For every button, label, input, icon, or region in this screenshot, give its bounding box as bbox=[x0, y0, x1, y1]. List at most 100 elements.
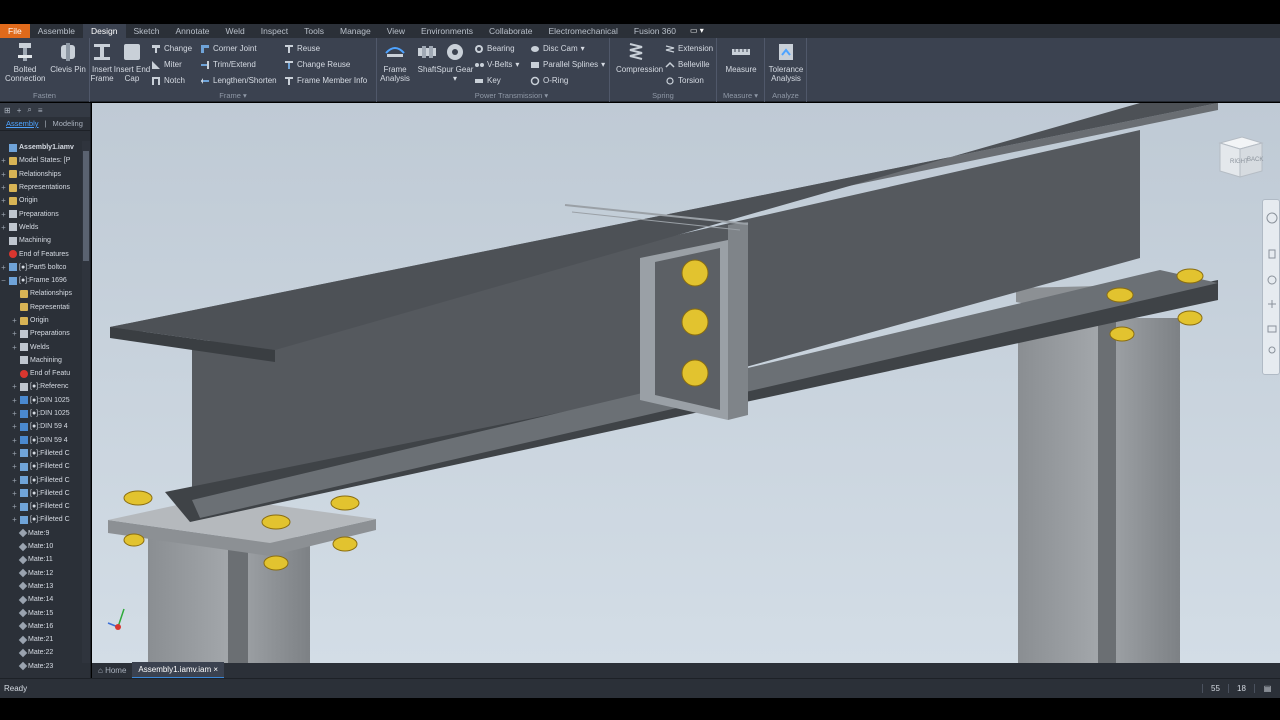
expand-toggle-icon[interactable]: + bbox=[11, 462, 18, 471]
tab-tools[interactable]: Tools bbox=[296, 24, 332, 38]
browser-node[interactable]: Mate:10 bbox=[0, 540, 82, 553]
graphics-window[interactable]: RIGHT BACK bbox=[92, 103, 1280, 663]
expand-toggle-icon[interactable]: + bbox=[0, 156, 7, 165]
browser-node[interactable]: End of Features bbox=[0, 247, 82, 260]
tab-manage[interactable]: Manage bbox=[332, 24, 379, 38]
status-panel-icon[interactable]: ▤ bbox=[1254, 684, 1280, 693]
corner-joint-button[interactable]: Corner Joint bbox=[200, 42, 257, 55]
browser-node[interactable]: Representati bbox=[0, 301, 82, 314]
browser-node[interactable]: Mate:16 bbox=[0, 620, 82, 633]
torsion-button[interactable]: Torsion bbox=[665, 74, 704, 87]
expand-toggle-icon[interactable]: + bbox=[11, 489, 18, 498]
expand-toggle-icon[interactable]: + bbox=[11, 476, 18, 485]
o-ring-button[interactable]: O-Ring bbox=[530, 74, 568, 87]
browser-node[interactable]: + [●]:Filleted C bbox=[0, 447, 82, 460]
expand-toggle-icon[interactable]: + bbox=[0, 170, 7, 179]
scrollbar-thumb[interactable] bbox=[83, 151, 89, 261]
expand-toggle-icon[interactable]: + bbox=[11, 382, 18, 391]
expand-toggle-icon[interactable]: + bbox=[11, 409, 18, 418]
bearing-button[interactable]: Bearing bbox=[474, 42, 515, 55]
expand-toggle-icon[interactable]: − bbox=[0, 276, 7, 285]
expand-toggle-icon[interactable]: + bbox=[11, 343, 18, 352]
browser-node[interactable]: + [●]:Filleted C bbox=[0, 487, 82, 500]
measure-button[interactable]: Measure bbox=[721, 41, 761, 74]
expand-toggle-icon[interactable]: + bbox=[0, 263, 7, 272]
lengthen-shorten-button[interactable]: Lengthen/Shorten bbox=[200, 74, 277, 87]
change-button[interactable]: Change bbox=[151, 42, 192, 55]
browser-node[interactable]: + [●]:Filleted C bbox=[0, 513, 82, 526]
browser-node[interactable]: + Preparations bbox=[0, 327, 82, 340]
browser-node[interactable]: + Origin bbox=[0, 314, 82, 327]
tab-file[interactable]: File bbox=[0, 24, 30, 38]
expand-toggle-icon[interactable]: + bbox=[11, 502, 18, 511]
notch-button[interactable]: Notch bbox=[151, 74, 185, 87]
browser-node[interactable]: + Representations bbox=[0, 181, 82, 194]
tab-sketch[interactable]: Sketch bbox=[126, 24, 168, 38]
browser-node[interactable]: + [●]:Part5 boltco bbox=[0, 261, 82, 274]
browser-node[interactable]: + Origin bbox=[0, 194, 82, 207]
miter-button[interactable]: Miter bbox=[151, 58, 182, 71]
browser-node[interactable]: + [●]:Filleted C bbox=[0, 500, 82, 513]
belleville-button[interactable]: Belleville bbox=[665, 58, 710, 71]
browser-node[interactable]: + Welds bbox=[0, 340, 82, 353]
browser-node[interactable]: + [●]:DIN 1025 bbox=[0, 394, 82, 407]
browser-node[interactable]: Mate:13 bbox=[0, 580, 82, 593]
browser-node[interactable]: + [●]:Filleted C bbox=[0, 460, 82, 473]
extension-button[interactable]: Extension bbox=[665, 42, 713, 55]
v-belts-button[interactable]: V-Belts ▾ bbox=[474, 58, 519, 71]
tab-electromechanical[interactable]: Electromechanical bbox=[540, 24, 625, 38]
bolted-connection-button[interactable]: Bolted Connection bbox=[5, 41, 45, 83]
expand-toggle-icon[interactable]: + bbox=[0, 196, 7, 205]
browser-node[interactable]: Mate:14 bbox=[0, 593, 82, 606]
browser-node[interactable]: + Model States: [P bbox=[0, 154, 82, 167]
insert-end-cap-button[interactable]: Insert End Cap bbox=[112, 41, 152, 83]
browser-node[interactable]: + Preparations bbox=[0, 207, 82, 220]
browser-node[interactable]: + Relationships bbox=[0, 168, 82, 181]
close-icon[interactable]: × bbox=[213, 665, 218, 674]
change-reuse-button[interactable]: Change Reuse bbox=[284, 58, 350, 71]
browser-node[interactable]: + [●]:Filleted C bbox=[0, 473, 82, 486]
home-tab[interactable]: ⌂ Home bbox=[92, 663, 132, 678]
tab-assemble[interactable]: Assemble bbox=[30, 24, 83, 38]
expand-toggle-icon[interactable]: + bbox=[0, 183, 7, 192]
compression-button[interactable]: Compression bbox=[616, 41, 663, 74]
navigation-bar[interactable] bbox=[1262, 199, 1280, 375]
browser-node[interactable]: Mate:23 bbox=[0, 660, 82, 673]
tab-inspect[interactable]: Inspect bbox=[253, 24, 296, 38]
expand-toggle-icon[interactable]: + bbox=[11, 449, 18, 458]
expand-toggle-icon[interactable]: + bbox=[11, 422, 18, 431]
expand-toggle-icon[interactable]: + bbox=[0, 223, 7, 232]
frame-member-info-button[interactable]: Frame Member Info bbox=[284, 74, 367, 87]
tab-fusion-360[interactable]: Fusion 360 bbox=[626, 24, 684, 38]
expand-toggle-icon[interactable]: + bbox=[11, 316, 18, 325]
browser-node[interactable]: + [●]:Referenc bbox=[0, 380, 82, 393]
browser-node[interactable]: + [●]:DIN 1025 bbox=[0, 407, 82, 420]
browser-node[interactable]: Mate:21 bbox=[0, 633, 82, 646]
expand-toggle-icon[interactable]: + bbox=[11, 436, 18, 445]
browser-node[interactable]: Machining bbox=[0, 234, 82, 247]
add-icon[interactable]: + bbox=[17, 106, 22, 115]
tolerance-analysis-button[interactable]: Tolerance Analysis bbox=[766, 41, 806, 83]
assembly-document-tab[interactable]: Assembly1.iamv.iam × bbox=[132, 662, 225, 679]
browser-node[interactable]: Mate:9 bbox=[0, 527, 82, 540]
browser-node[interactable]: Mate:15 bbox=[0, 606, 82, 619]
reuse-button[interactable]: Reuse bbox=[284, 42, 320, 55]
tab-collaborate[interactable]: Collaborate bbox=[481, 24, 540, 38]
browser-node[interactable]: Machining bbox=[0, 354, 82, 367]
search-icon[interactable]: ⌕ bbox=[27, 105, 31, 115]
browser-scrollbar[interactable] bbox=[82, 141, 90, 663]
expand-toggle-icon[interactable]: + bbox=[0, 210, 7, 219]
tab-assembly[interactable]: Assembly bbox=[6, 119, 39, 128]
expand-toggle-icon[interactable]: + bbox=[11, 329, 18, 338]
menu-icon[interactable]: ≡ bbox=[38, 106, 43, 115]
browser-node[interactable]: Relationships bbox=[0, 287, 82, 300]
tab-view[interactable]: View bbox=[379, 24, 413, 38]
tab-weld[interactable]: Weld bbox=[218, 24, 253, 38]
tab-environments[interactable]: Environments bbox=[413, 24, 481, 38]
ribbon-options-icon[interactable]: ▭ ▾ bbox=[684, 24, 710, 38]
tab-annotate[interactable]: Annotate bbox=[168, 24, 218, 38]
tab-design[interactable]: Design bbox=[83, 24, 126, 38]
browser-node[interactable]: − [●]:Frame 1696 bbox=[0, 274, 82, 287]
spur-gear-button[interactable]: Spur Gear ▾ bbox=[435, 41, 475, 83]
browser-node[interactable]: + [●]:DIN 59 4 bbox=[0, 420, 82, 433]
